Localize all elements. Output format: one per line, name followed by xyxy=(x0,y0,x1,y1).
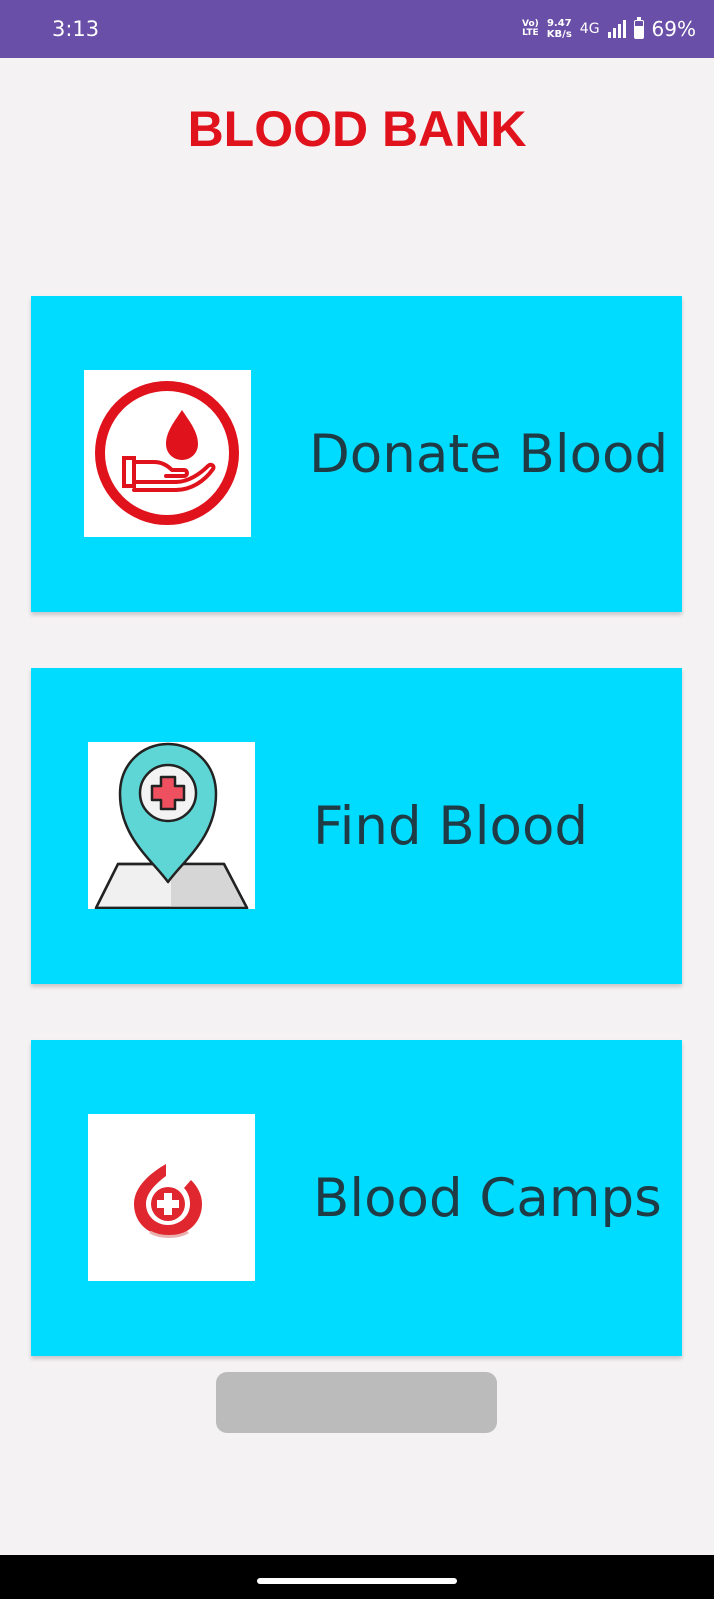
volte-bottom-label: LTE xyxy=(522,28,539,38)
status-time: 3:13 xyxy=(52,17,100,41)
find-blood-location-icon xyxy=(88,742,255,909)
network-speed-unit: KB/s xyxy=(546,29,572,40)
blood-camps-card[interactable]: Blood Camps xyxy=(31,1040,682,1356)
network-speed: 9.47 KB/s xyxy=(547,18,572,40)
blood-camps-label: Blood Camps xyxy=(313,1167,662,1229)
battery-icon xyxy=(633,16,644,39)
blood-camps-icon xyxy=(88,1114,255,1281)
signal-icon xyxy=(607,20,626,38)
status-bar: 3:13 Vo) LTE 9.47 KB/s 4G 69% xyxy=(0,0,714,58)
navigation-bar xyxy=(0,1555,714,1599)
network-speed-value: 9.47 xyxy=(546,18,572,29)
status-icons: Vo) LTE 9.47 KB/s 4G 69% xyxy=(522,12,696,46)
find-blood-label: Find Blood xyxy=(313,795,589,857)
find-blood-card[interactable]: Find Blood xyxy=(31,668,682,984)
donate-blood-card[interactable]: Donate Blood xyxy=(31,296,682,612)
bottom-gray-button[interactable] xyxy=(216,1372,497,1433)
donate-blood-label: Donate Blood xyxy=(309,423,669,485)
battery-fill xyxy=(634,25,643,38)
battery-percentage: 69% xyxy=(651,17,696,41)
donate-blood-icon xyxy=(84,370,251,537)
network-type: 4G xyxy=(579,21,600,37)
page-title: BLOOD BANK xyxy=(187,101,527,157)
volte-icon: Vo) LTE xyxy=(522,20,539,38)
home-indicator[interactable] xyxy=(257,1578,457,1584)
